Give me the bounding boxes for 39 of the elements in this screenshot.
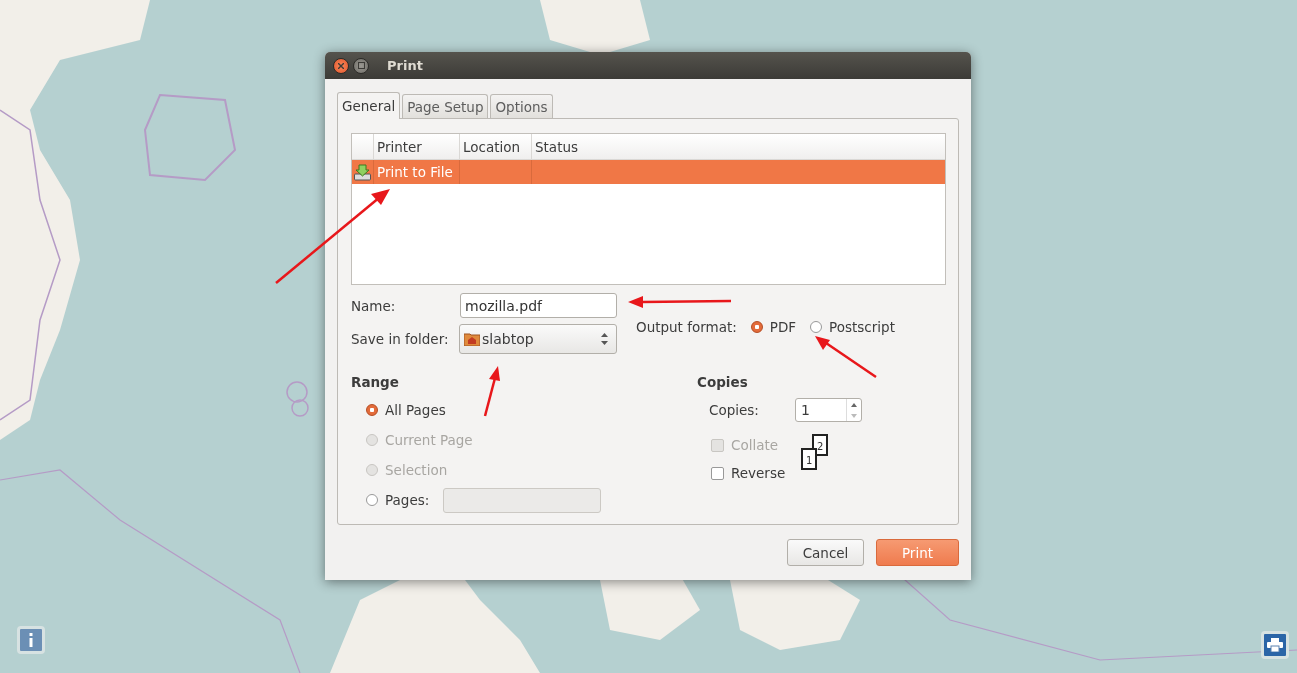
print-button[interactable] [1261, 631, 1289, 659]
column-header[interactable]: Printer [374, 134, 460, 159]
close-button[interactable] [333, 57, 349, 74]
maximize-icon [357, 62, 365, 69]
window-title: Print [387, 58, 423, 73]
column-header[interactable]: Location [460, 134, 532, 159]
close-icon [338, 62, 344, 69]
home-folder-icon [464, 332, 480, 346]
table-cell: Print to File [374, 160, 460, 184]
info-icon [28, 633, 34, 647]
info-button[interactable] [17, 626, 45, 654]
printer-icon [1267, 638, 1283, 652]
tab[interactable]: Options [490, 94, 553, 118]
tab[interactable]: Page Setup [402, 94, 489, 118]
cancel-button[interactable]: Cancel [787, 539, 864, 566]
collate-sheets-drawing: 2 1 [801, 434, 832, 472]
name-field[interactable]: mozilla.pdf [460, 293, 617, 318]
folder-dropdown[interactable]: slabtop [459, 324, 617, 354]
download-icon [354, 163, 371, 181]
name-label: Name: [351, 297, 396, 314]
copies-spinner[interactable]: 1 [794, 398, 862, 422]
format-radio[interactable]: Postscript [810, 319, 895, 335]
copies-heading: Copies [697, 374, 749, 390]
annotation-arrow [483, 366, 500, 417]
spinner-arrows-icon [601, 333, 608, 345]
range-radio[interactable]: All Pages [366, 402, 446, 418]
range-heading: Range [351, 374, 400, 390]
range-radio[interactable]: Pages: [366, 492, 430, 508]
format-radio[interactable]: PDF [750, 319, 797, 335]
reverse-checkbox[interactable]: Reverse [711, 465, 786, 481]
maximize-button[interactable] [353, 57, 369, 74]
output-format-label: Output format: [636, 319, 737, 335]
folder-label: Save in folder: [351, 331, 449, 347]
up-icon [850, 402, 857, 407]
tab[interactable]: General [337, 92, 401, 119]
down-icon [850, 413, 857, 418]
annotation-arrow [815, 336, 877, 379]
copies-label: Copies: [709, 402, 759, 418]
column-header[interactable]: Status [532, 134, 945, 159]
